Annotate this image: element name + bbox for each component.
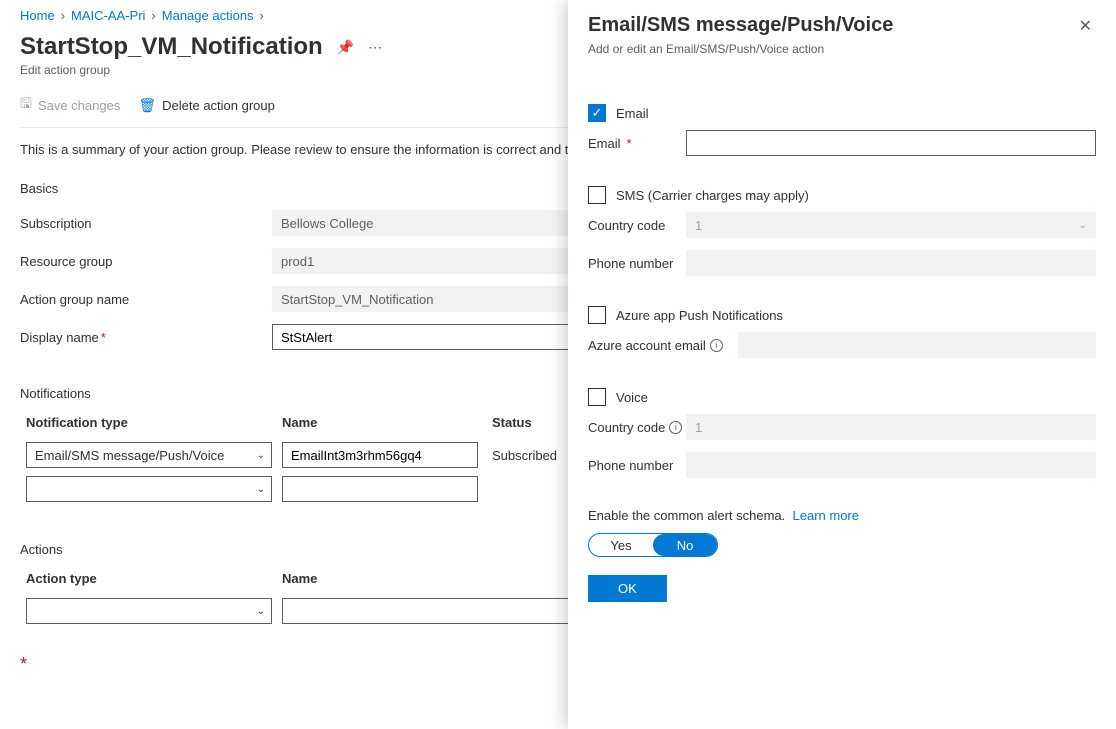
toggle-yes[interactable]: Yes (589, 534, 653, 556)
action-group-name-label: Action group name (20, 292, 272, 307)
notification-type-value: Email/SMS message/Push/Voice (35, 448, 224, 463)
notification-status: Subscribed (492, 448, 557, 463)
sms-phone-input (686, 250, 1096, 276)
voice-country-code-label: Country code i (588, 420, 686, 435)
chevron-down-icon: ⌄ (257, 484, 265, 495)
panel-title: Email/SMS message/Push/Voice (588, 14, 893, 37)
voice-checkbox[interactable] (588, 388, 606, 406)
voice-checkbox-label: Voice (616, 390, 648, 405)
sms-country-code-value: 1 (695, 218, 702, 233)
email-input[interactable] (686, 130, 1096, 156)
col-notification-name: Name (282, 415, 492, 430)
save-icon: 🖫 (20, 93, 32, 117)
chevron-down-icon: ⌄ (257, 606, 265, 617)
crumb-resource[interactable]: MAIC-AA-Pri (71, 8, 145, 23)
detail-panel: Email/SMS message/Push/Voice ✕ Add or ed… (568, 0, 1116, 729)
sms-phone-label: Phone number (588, 256, 686, 271)
trash-icon: 🗑 (138, 97, 156, 114)
schema-text: Enable the common alert schema. (588, 508, 785, 523)
panel-subtitle: Add or edit an Email/SMS/Push/Voice acti… (588, 42, 1096, 56)
push-checkbox[interactable] (588, 306, 606, 324)
more-icon[interactable]: ⋯ (368, 39, 382, 56)
email-checkbox-label: Email (616, 106, 649, 121)
push-checkbox-label: Azure app Push Notifications (616, 308, 783, 323)
crumb-home[interactable]: Home (20, 8, 55, 23)
delete-button[interactable]: 🗑 Delete action group (138, 97, 275, 114)
subscription-label: Subscription (20, 216, 272, 231)
sms-checkbox-label: SMS (Carrier charges may apply) (616, 188, 809, 203)
chevron-down-icon: ⌄ (1079, 220, 1087, 231)
col-notification-type: Notification type (26, 415, 282, 430)
notification-type-select[interactable]: Email/SMS message/Push/Voice ⌄ (26, 442, 272, 468)
col-action-type: Action type (26, 571, 282, 586)
voice-country-code-input (686, 414, 1096, 440)
delete-label: Delete action group (162, 98, 275, 113)
email-field-label: Email* (588, 136, 686, 151)
resource-group-label: Resource group (20, 254, 272, 269)
save-label: Save changes (38, 98, 120, 113)
notification-type-select-empty[interactable]: ⌄ (26, 476, 272, 502)
info-icon[interactable]: i (669, 421, 682, 434)
chevron-right-icon: › (260, 8, 264, 23)
schema-toggle[interactable]: Yes No (588, 533, 718, 557)
sms-country-code-label: Country code (588, 218, 686, 233)
azure-email-label: Azure account email i (588, 338, 738, 353)
info-icon[interactable]: i (710, 339, 723, 352)
chevron-right-icon: › (61, 8, 65, 23)
close-icon[interactable]: ✕ (1075, 14, 1096, 38)
azure-email-input (738, 332, 1096, 358)
display-name-label: Display name* (20, 330, 272, 345)
voice-phone-input (686, 452, 1096, 478)
col-action-name: Name (282, 571, 492, 586)
notification-name-input[interactable] (282, 442, 478, 468)
save-button[interactable]: 🖫 Save changes (20, 93, 120, 117)
schema-row: Enable the common alert schema. Learn mo… (588, 508, 1096, 523)
notification-name-input-empty[interactable] (282, 476, 478, 502)
sms-checkbox[interactable] (588, 186, 606, 204)
email-checkbox[interactable]: ✓ (588, 104, 606, 122)
ok-button[interactable]: OK (588, 575, 667, 602)
action-type-select[interactable]: ⌄ (26, 598, 272, 624)
chevron-right-icon: › (151, 8, 155, 23)
voice-phone-label: Phone number (588, 458, 686, 473)
sms-country-code-select[interactable]: 1 ⌄ (686, 212, 1096, 238)
learn-more-link[interactable]: Learn more (793, 508, 859, 523)
chevron-down-icon: ⌄ (257, 450, 265, 461)
pin-icon[interactable]: 📌 (337, 39, 354, 56)
crumb-section[interactable]: Manage actions (162, 8, 254, 23)
toggle-no[interactable]: No (653, 534, 717, 556)
page-title: StartStop_VM_Notification (20, 33, 323, 61)
